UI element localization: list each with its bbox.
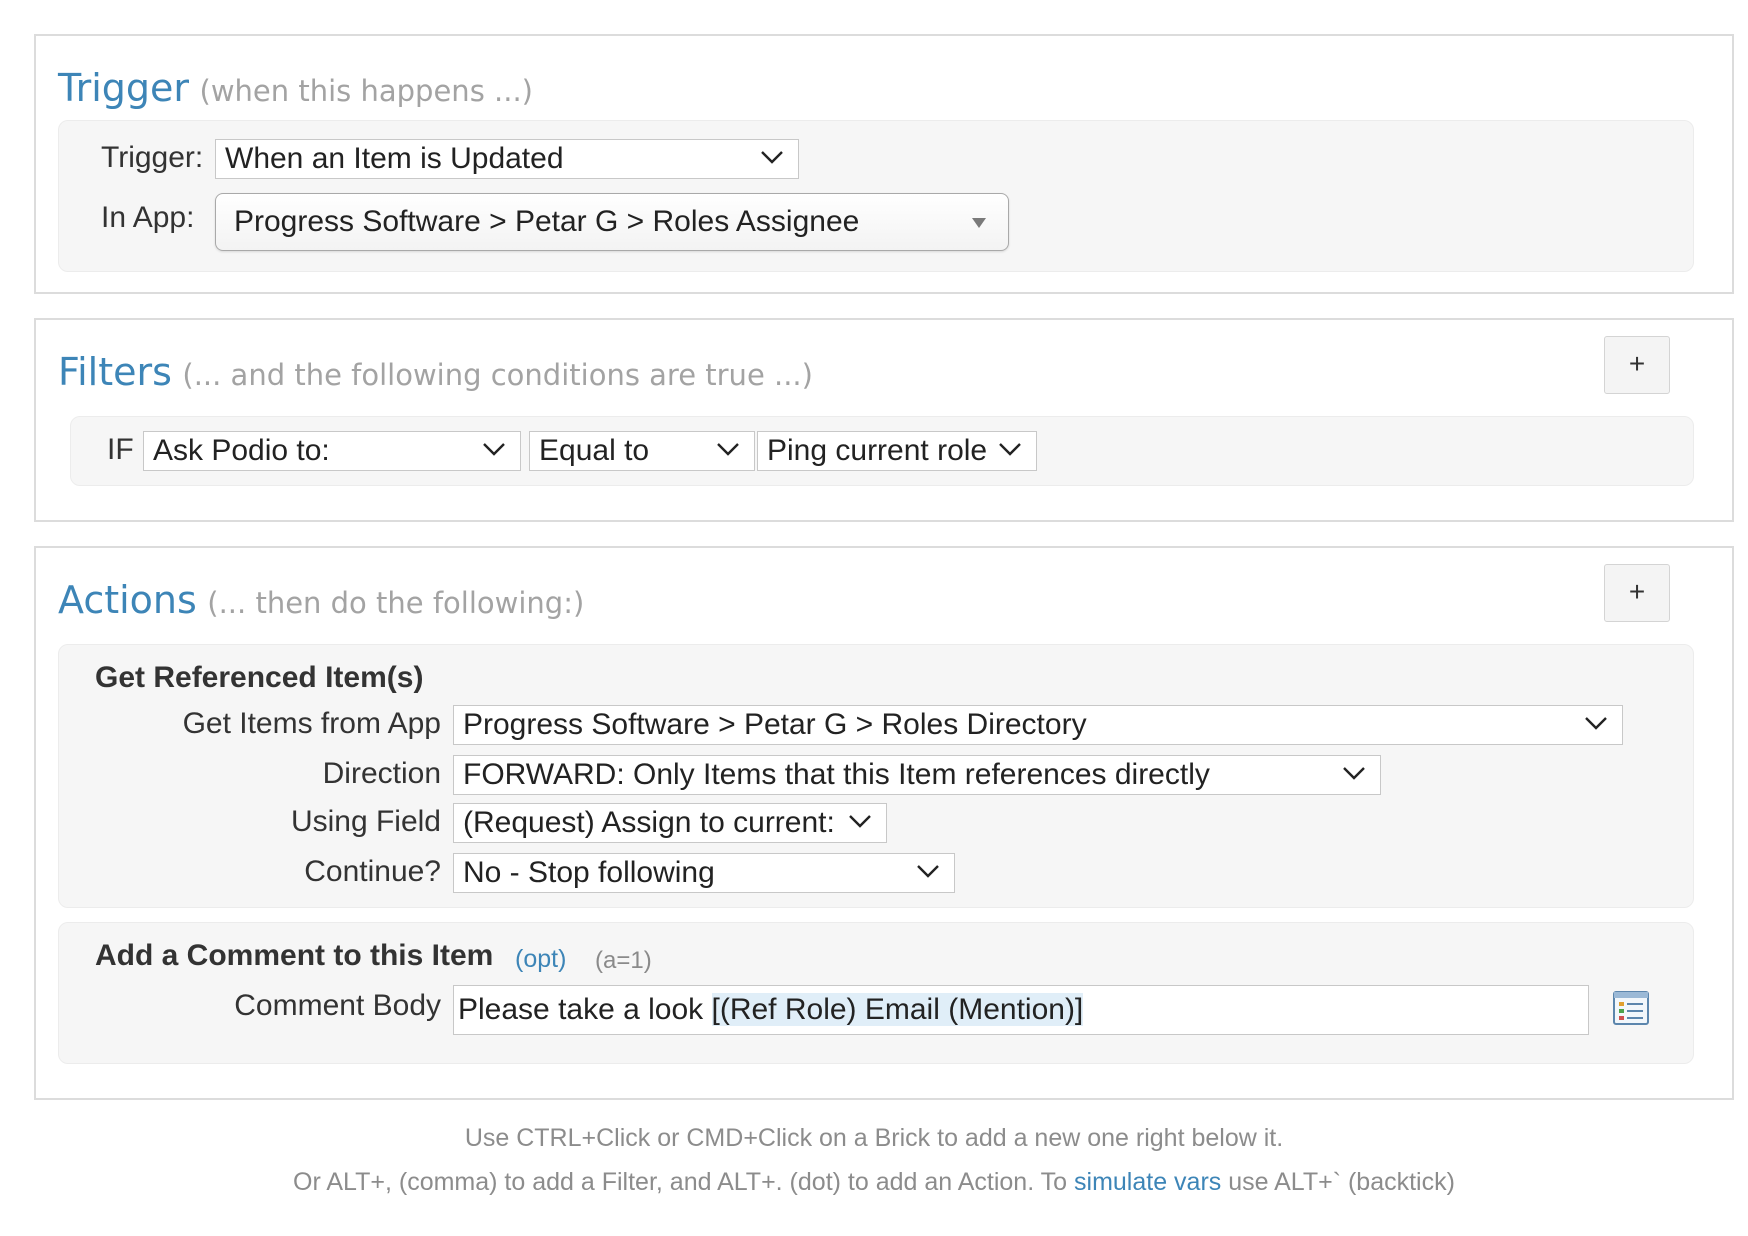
filter-field-value: Ask Podio to: xyxy=(153,434,330,467)
chevron-down-icon xyxy=(999,443,1021,456)
trigger-select-value: When an Item is Updated xyxy=(225,142,564,175)
get-items-app-value: Progress Software > Petar G > Roles Dire… xyxy=(463,708,1087,741)
filter-value-select[interactable]: Ping current role xyxy=(757,431,1037,471)
comment-body-label: Comment Body xyxy=(234,989,441,1022)
continue-value: No - Stop following xyxy=(463,856,715,889)
trigger-title: Trigger xyxy=(58,66,190,110)
filters-subtitle: (... and the following conditions are tr… xyxy=(182,358,813,392)
filters-panel-heading: Filters (... and the following condition… xyxy=(58,350,813,394)
trigger-panel: Trigger (when this happens ...) Trigger:… xyxy=(34,34,1734,294)
get-items-app-select[interactable]: Progress Software > Petar G > Roles Dire… xyxy=(453,705,1623,745)
chevron-down-icon xyxy=(717,443,739,456)
in-app-label: In App: xyxy=(101,201,195,234)
add-comment-heading: Add a Comment to this Item xyxy=(95,939,494,972)
footer-hint-line-2: Or ALT+, (comma) to add a Filter, and AL… xyxy=(0,1168,1748,1197)
comment-body-text: Please take a look xyxy=(458,993,712,1026)
using-field-select[interactable]: (Request) Assign to current: xyxy=(453,803,887,843)
dropdown-triangle-icon xyxy=(972,218,986,228)
using-field-label: Using Field xyxy=(290,805,441,838)
if-label: IF xyxy=(107,433,134,466)
actions-title: Actions xyxy=(58,578,197,622)
direction-select[interactable]: FORWARD: Only Items that this Item refer… xyxy=(453,755,1381,795)
opt-link[interactable]: (opt) xyxy=(515,945,566,974)
a-count-note: (a=1) xyxy=(595,947,652,974)
filter-operator-value: Equal to xyxy=(539,434,650,467)
get-items-from-app-label: Get Items from App xyxy=(182,707,441,740)
direction-label: Direction xyxy=(322,757,441,790)
get-referenced-items-heading: Get Referenced Item(s) xyxy=(95,661,424,694)
actions-panel-heading: Actions (... then do the following:) xyxy=(58,578,584,622)
trigger-settings-box: Trigger: When an Item is Updated In App:… xyxy=(58,120,1694,272)
filter-field-select[interactable]: Ask Podio to: xyxy=(143,431,521,471)
chevron-down-icon xyxy=(1585,717,1607,730)
footer-line2-after: use ALT+` (backtick) xyxy=(1221,1168,1455,1196)
trigger-subtitle: (when this happens ...) xyxy=(199,74,533,108)
chevron-down-icon xyxy=(1343,767,1365,780)
using-field-value: (Request) Assign to current: xyxy=(463,806,835,839)
add-comment-brick[interactable]: Add a Comment to this Item (opt) (a=1) C… xyxy=(58,922,1694,1064)
footer-hint-line-1: Use CTRL+Click or CMD+Click on a Brick t… xyxy=(464,1124,1284,1152)
chevron-down-icon xyxy=(917,865,939,878)
filter-value-text: Ping current role xyxy=(767,434,988,467)
comment-body-input[interactable]: Please take a look [(Ref Role) Email (Me… xyxy=(453,985,1589,1035)
trigger-select[interactable]: When an Item is Updated xyxy=(215,139,799,179)
simulate-vars-link[interactable]: simulate vars xyxy=(1074,1168,1221,1196)
chevron-down-icon xyxy=(483,443,505,456)
continue-select[interactable]: No - Stop following xyxy=(453,853,955,893)
actions-panel: Actions (... then do the following:) + G… xyxy=(34,546,1734,1100)
trigger-panel-heading: Trigger (when this happens ...) xyxy=(58,66,533,110)
filter-row-box: IF Ask Podio to: Equal to Ping current r… xyxy=(70,416,1694,486)
continue-label: Continue? xyxy=(304,855,441,888)
filters-panel: Filters (... and the following condition… xyxy=(34,318,1734,522)
filter-operator-select[interactable]: Equal to xyxy=(529,431,755,471)
actions-subtitle: (... then do the following:) xyxy=(207,586,585,620)
chevron-down-icon xyxy=(761,151,783,164)
variable-token[interactable]: [(Ref Role) Email (Mention)] xyxy=(711,993,1084,1026)
in-app-select-value: Progress Software > Petar G > Roles Assi… xyxy=(234,205,860,238)
footer-line2-before: Or ALT+, (comma) to add a Filter, and AL… xyxy=(293,1168,1075,1196)
variables-list-icon[interactable] xyxy=(1613,991,1649,1025)
add-action-button[interactable]: + xyxy=(1604,564,1670,622)
chevron-down-icon xyxy=(849,815,871,828)
direction-value: FORWARD: Only Items that this Item refer… xyxy=(463,758,1210,791)
get-referenced-items-brick[interactable]: Get Referenced Item(s) Get Items from Ap… xyxy=(58,644,1694,908)
in-app-select[interactable]: Progress Software > Petar G > Roles Assi… xyxy=(215,193,1009,251)
add-filter-button[interactable]: + xyxy=(1604,336,1670,394)
filters-title: Filters xyxy=(58,350,172,394)
trigger-label: Trigger: xyxy=(101,141,204,174)
